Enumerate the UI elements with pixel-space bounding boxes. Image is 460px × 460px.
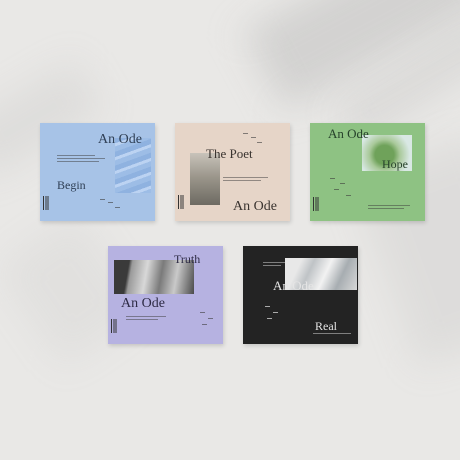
barcode (43, 196, 50, 210)
album-begin-title: An Ode (98, 132, 142, 147)
album-the-poet-title: The Poet (206, 146, 253, 161)
album-real-title: An Ode (273, 278, 314, 293)
barcode (178, 195, 185, 209)
barcode (111, 319, 118, 333)
album-begin-text-lines (57, 155, 95, 156)
album-truth-subtitle: An Ode (121, 296, 165, 311)
barcode (313, 197, 320, 211)
album-the-poet: The Poet An Ode (175, 123, 290, 221)
album-begin: An Ode Begin (40, 123, 155, 221)
album-the-poet-subtitle: An Ode (233, 199, 277, 214)
album-hope-subtitle: Hope (382, 157, 408, 171)
album-truth: Truth An Ode (108, 246, 223, 344)
album-real-subtitle: Real (315, 319, 337, 333)
album-hope: An Ode Hope (310, 123, 425, 221)
album-real: An Ode Real (243, 246, 358, 344)
album-begin-subtitle: Begin (57, 178, 86, 192)
background (0, 0, 460, 460)
album-hope-title: An Ode (328, 126, 369, 141)
album-truth-title: Truth (174, 252, 201, 266)
